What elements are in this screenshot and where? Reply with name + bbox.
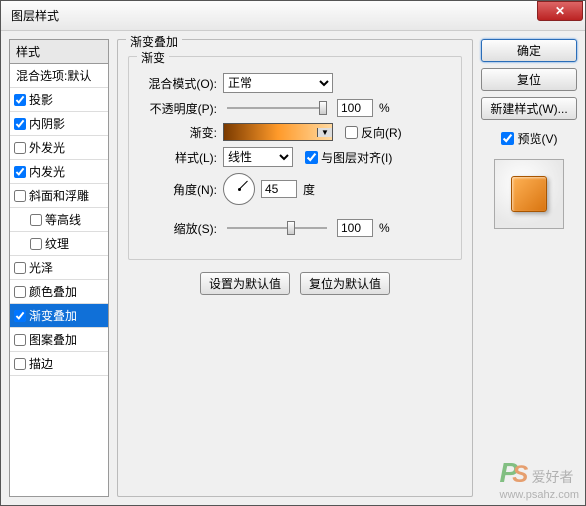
angle-label: 角度(N): bbox=[141, 181, 217, 198]
close-icon: ✕ bbox=[555, 4, 565, 18]
preview-box bbox=[494, 159, 564, 229]
gradient-label: 渐变: bbox=[141, 124, 217, 141]
sidebar-blend-options[interactable]: 混合选项:默认 bbox=[10, 64, 108, 88]
percent-label: % bbox=[379, 221, 390, 235]
panel-title: 渐变叠加 bbox=[126, 33, 182, 50]
cancel-button[interactable]: 复位 bbox=[481, 68, 577, 91]
scale-input[interactable] bbox=[337, 219, 373, 237]
sidebar-checkbox[interactable] bbox=[30, 214, 42, 226]
degree-label: 度 bbox=[303, 181, 315, 198]
preview-checkbox[interactable] bbox=[501, 132, 514, 145]
sidebar-item-label: 纹理 bbox=[45, 235, 69, 252]
blend-mode-label: 混合模式(O): bbox=[141, 75, 217, 92]
sidebar-item-label: 内发光 bbox=[29, 163, 65, 180]
watermark-url: www.psahz.com bbox=[500, 489, 579, 501]
row-angle: 角度(N): 度 bbox=[141, 173, 449, 205]
window-title: 图层样式 bbox=[11, 7, 537, 24]
sidebar-item-label: 斜面和浮雕 bbox=[29, 187, 89, 204]
sidebar-checkbox[interactable] bbox=[14, 262, 26, 274]
sidebar-item-10[interactable]: 图案叠加 bbox=[10, 328, 108, 352]
content: 样式 混合选项:默认 投影内阴影外发光内发光斜面和浮雕等高线纹理光泽颜色叠加渐变… bbox=[1, 31, 585, 505]
sidebar-checkbox[interactable] bbox=[14, 94, 26, 106]
sidebar-item-11[interactable]: 描边 bbox=[10, 352, 108, 376]
reverse-checkbox-label[interactable]: 反向(R) bbox=[345, 124, 402, 141]
layer-style-dialog: 图层样式 ✕ 样式 混合选项:默认 投影内阴影外发光内发光斜面和浮雕等高线纹理光… bbox=[0, 0, 586, 506]
sidebar-item-1[interactable]: 内阴影 bbox=[10, 112, 108, 136]
sidebar-checkbox[interactable] bbox=[14, 310, 26, 322]
sidebar-item-2[interactable]: 外发光 bbox=[10, 136, 108, 160]
sidebar-item-label: 等高线 bbox=[45, 211, 81, 228]
row-scale: 缩放(S): % bbox=[141, 219, 449, 237]
sidebar-checkbox[interactable] bbox=[14, 358, 26, 370]
sidebar-item-label: 渐变叠加 bbox=[29, 307, 77, 324]
sidebar-item-8[interactable]: 颜色叠加 bbox=[10, 280, 108, 304]
titlebar[interactable]: 图层样式 ✕ bbox=[1, 1, 585, 31]
slider-thumb[interactable] bbox=[319, 101, 327, 115]
close-button[interactable]: ✕ bbox=[537, 1, 583, 21]
sidebar-item-5[interactable]: 等高线 bbox=[10, 208, 108, 232]
row-style: 样式(L): 线性 与图层对齐(I) bbox=[141, 147, 449, 167]
new-style-button[interactable]: 新建样式(W)... bbox=[481, 97, 577, 120]
sidebar-checkbox[interactable] bbox=[14, 190, 26, 202]
ok-button[interactable]: 确定 bbox=[481, 39, 577, 62]
row-gradient: 渐变: 反向(R) bbox=[141, 123, 449, 141]
main-area: 渐变叠加 渐变 混合模式(O): 正常 不透明度(P): % 渐变: bbox=[117, 39, 577, 497]
style-label: 样式(L): bbox=[141, 149, 217, 166]
sidebar-item-label: 外发光 bbox=[29, 139, 65, 156]
make-default-button[interactable]: 设置为默认值 bbox=[200, 272, 290, 295]
sidebar-item-0[interactable]: 投影 bbox=[10, 88, 108, 112]
sidebar-item-9[interactable]: 渐变叠加 bbox=[10, 304, 108, 328]
angle-hand-icon bbox=[239, 181, 248, 190]
row-opacity: 不透明度(P): % bbox=[141, 99, 449, 117]
blend-mode-select[interactable]: 正常 bbox=[223, 73, 333, 93]
sidebar-checkbox[interactable] bbox=[30, 238, 42, 250]
sidebar-item-4[interactable]: 斜面和浮雕 bbox=[10, 184, 108, 208]
sidebar-checkbox[interactable] bbox=[14, 142, 26, 154]
angle-dial[interactable] bbox=[223, 173, 255, 205]
sidebar-checkbox[interactable] bbox=[14, 118, 26, 130]
angle-input[interactable] bbox=[261, 180, 297, 198]
percent-label: % bbox=[379, 101, 390, 115]
row-blend-mode: 混合模式(O): 正常 bbox=[141, 73, 449, 93]
reverse-checkbox[interactable] bbox=[345, 126, 358, 139]
fieldset-title: 渐变 bbox=[137, 49, 169, 66]
sidebar-item-7[interactable]: 光泽 bbox=[10, 256, 108, 280]
align-checkbox[interactable] bbox=[305, 151, 318, 164]
watermark-text: 爱好者 bbox=[532, 469, 574, 485]
style-select[interactable]: 线性 bbox=[223, 147, 293, 167]
scale-label: 缩放(S): bbox=[141, 220, 217, 237]
align-checkbox-label[interactable]: 与图层对齐(I) bbox=[305, 149, 392, 166]
sidebar-item-3[interactable]: 内发光 bbox=[10, 160, 108, 184]
default-buttons-row: 设置为默认值 复位为默认值 bbox=[128, 272, 462, 295]
gradient-fieldset: 渐变 混合模式(O): 正常 不透明度(P): % 渐变: bbox=[128, 56, 462, 260]
sidebar-checkbox[interactable] bbox=[14, 166, 26, 178]
right-column: 确定 复位 新建样式(W)... 预览(V) bbox=[481, 39, 577, 497]
preview-checkbox-label[interactable]: 预览(V) bbox=[481, 130, 577, 147]
settings-panel: 渐变叠加 渐变 混合模式(O): 正常 不透明度(P): % 渐变: bbox=[117, 39, 473, 497]
slider-thumb[interactable] bbox=[287, 221, 295, 235]
preview-swatch bbox=[511, 176, 547, 212]
scale-slider[interactable] bbox=[227, 227, 327, 229]
sidebar-item-label: 图案叠加 bbox=[29, 331, 77, 348]
sidebar-item-6[interactable]: 纹理 bbox=[10, 232, 108, 256]
opacity-slider[interactable] bbox=[227, 107, 327, 109]
sidebar-item-label: 光泽 bbox=[29, 259, 53, 276]
styles-sidebar: 样式 混合选项:默认 投影内阴影外发光内发光斜面和浮雕等高线纹理光泽颜色叠加渐变… bbox=[9, 39, 109, 497]
opacity-input[interactable] bbox=[337, 99, 373, 117]
sidebar-checkbox[interactable] bbox=[14, 334, 26, 346]
opacity-label: 不透明度(P): bbox=[141, 100, 217, 117]
sidebar-item-label: 颜色叠加 bbox=[29, 283, 77, 300]
sidebar-item-label: 描边 bbox=[29, 355, 53, 372]
reset-default-button[interactable]: 复位为默认值 bbox=[300, 272, 390, 295]
sidebar-checkbox[interactable] bbox=[14, 286, 26, 298]
sidebar-item-label: 内阴影 bbox=[29, 115, 65, 132]
watermark: PS 爱好者 www.psahz.com bbox=[500, 457, 579, 501]
watermark-s: S bbox=[512, 461, 528, 488]
gradient-picker[interactable] bbox=[223, 123, 333, 141]
sidebar-header: 样式 bbox=[10, 40, 108, 64]
sidebar-item-label: 投影 bbox=[29, 91, 53, 108]
